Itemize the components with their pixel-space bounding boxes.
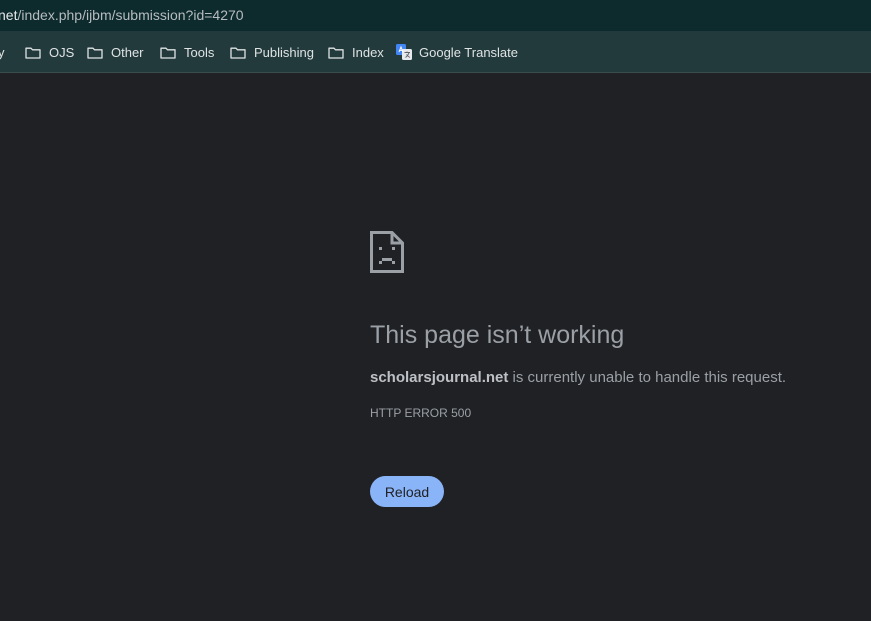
bookmark-label: Other [111,44,144,60]
folder-icon [230,47,246,59]
bookmark-label: Tools [184,44,215,60]
google-translate-icon [396,44,412,60]
bookmark-index[interactable]: Index [328,43,384,61]
error-title: This page isn’t working [370,321,625,349]
url-host: net [0,7,18,23]
folder-icon [87,47,103,59]
sad-page-icon [370,231,404,273]
error-message: is currently unable to handle this reque… [508,369,787,386]
bookmarks-bar: y OJS Other Tools Publishing Index Googl… [0,31,871,73]
error-code: HTTP ERROR 500 [370,406,472,420]
url-text[interactable]: net/index.php/ijbm/submission?id=4270 [0,7,244,23]
bookmark-other[interactable]: Other [87,43,144,61]
reload-button[interactable]: Reload [370,476,444,507]
bookmark-label: Index [352,44,384,60]
folder-icon [328,47,344,59]
folder-icon [160,47,176,59]
bookmark-publishing[interactable]: Publishing [230,43,314,61]
bookmark-ojs[interactable]: OJS [25,43,74,61]
bookmark-label: Google Translate [419,44,519,60]
address-bar[interactable]: net/index.php/ijbm/submission?id=4270 [0,0,871,31]
folder-icon [25,47,41,59]
bookmark-label: OJS [49,44,75,60]
error-description: scholarsjournal.net is currently unable … [370,369,786,386]
bookmark-partial[interactable]: y [0,43,5,61]
bookmark-tools[interactable]: Tools [160,43,214,61]
bookmark-label: y [0,44,5,60]
bookmark-google-translate[interactable]: Google Translate [396,43,518,61]
browser-chrome: net/index.php/ijbm/submission?id=4270 y … [0,0,871,73]
error-domain: scholarsjournal.net [370,369,509,386]
url-path: /index.php/ijbm/submission?id=4270 [17,7,244,23]
bookmark-label: Publishing [254,44,314,60]
